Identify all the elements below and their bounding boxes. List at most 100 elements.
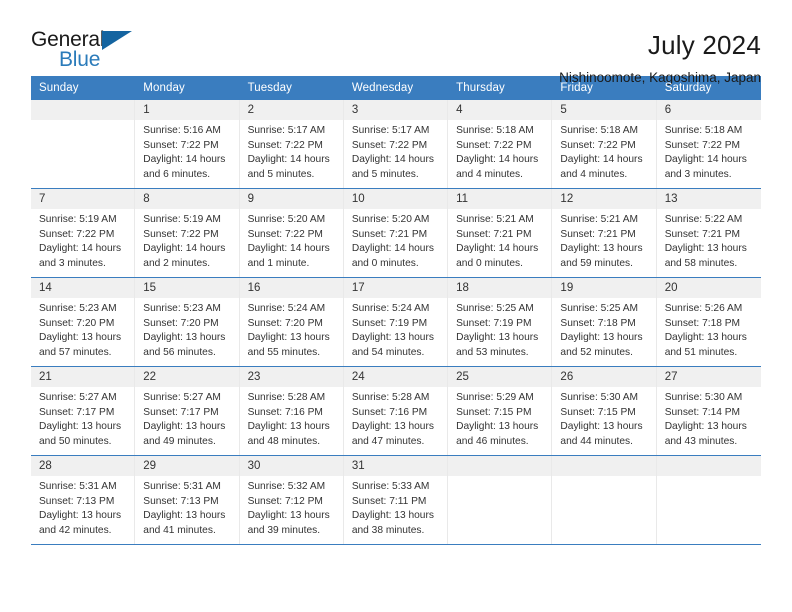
- page-header: General Blue July 2024 Nishinoomote, Kag…: [0, 0, 792, 85]
- daylight-text-line1: Daylight: 13 hours: [247, 421, 330, 433]
- flag-icon: [102, 31, 132, 50]
- calendar-day-cell[interactable]: 19 Sunrise: 5:25 AM Sunset: 7:18 PM Dayligh…: [552, 278, 657, 366]
- calendar-day-cell[interactable]: 22 Sunrise: 5:27 AM Sunset: 7:17 PM Dayligh…: [135, 367, 240, 455]
- daylight-text-line2: and 42 minutes.: [39, 524, 112, 536]
- daylight-text-line2: and 5 minutes.: [247, 168, 315, 180]
- calendar-day-cell[interactable]: 25 Sunrise: 5:29 AM Sunset: 7:15 PM Dayligh…: [448, 367, 553, 455]
- calendar-day-cell[interactable]: 15 Sunrise: 5:23 AM Sunset: 7:20 PM Dayligh…: [135, 278, 240, 366]
- sunrise-text: Sunrise: 5:28 AM: [351, 392, 430, 403]
- day-number: 7: [31, 189, 135, 209]
- calendar-day-cell[interactable]: 18 Sunrise: 5:25 AM Sunset: 7:19 PM Dayligh…: [448, 278, 553, 366]
- calendar-day-cell[interactable]: 11 Sunrise: 5:21 AM Sunset: 7:21 PM Dayligh…: [448, 189, 553, 277]
- sunset-text: Sunset: 7:22 PM: [351, 139, 428, 151]
- day-number: [656, 456, 761, 476]
- calendar-day-cell[interactable]: 7 Sunrise: 5:19 AM Sunset: 7:22 PM Daylight…: [31, 189, 136, 277]
- sunset-text: Sunset: 7:22 PM: [143, 228, 219, 240]
- daylight-text-line2: and 54 minutes.: [351, 346, 425, 358]
- sunset-text: Sunset: 7:22 PM: [560, 139, 636, 151]
- sunrise-text: Sunrise: 5:30 AM: [664, 392, 743, 403]
- calendar-day-cell[interactable]: 31 Sunrise: 5:33 AM Sunset: 7:11 PM Dayligh…: [343, 456, 449, 544]
- sunrise-text: Sunrise: 5:18 AM: [560, 125, 639, 136]
- sunrise-text: Sunrise: 5:23 AM: [39, 303, 117, 314]
- calendar-day-cell[interactable]: 24 Sunrise: 5:28 AM Sunset: 7:16 PM Dayligh…: [343, 367, 449, 455]
- day-number: 28: [31, 456, 135, 476]
- daylight-text-line2: and 0 minutes.: [351, 257, 419, 269]
- daylight-text-line2: and 39 minutes.: [247, 524, 321, 536]
- daylight-text-line2: and 41 minutes.: [143, 524, 216, 536]
- sunset-text: Sunset: 7:20 PM: [247, 317, 323, 329]
- daylight-text-line1: Daylight: 13 hours: [247, 332, 330, 344]
- calendar-day-cell[interactable]: 14 Sunrise: 5:23 AM Sunset: 7:20 PM Dayligh…: [31, 278, 136, 366]
- day-details: Sunrise: 5:18 AM Sunset: 7:22 PM Daylight:…: [448, 120, 551, 182]
- day-number: 18: [448, 278, 552, 298]
- daylight-text-line1: Daylight: 13 hours: [39, 510, 122, 522]
- day-details: Sunrise: 5:23 AM Sunset: 7:20 PM Daylight:…: [31, 298, 134, 360]
- calendar-day-cell[interactable]: 10 Sunrise: 5:20 AM Sunset: 7:21 PM Dayligh…: [343, 189, 449, 277]
- daylight-text-line1: Daylight: 14 hours: [351, 243, 434, 255]
- calendar-week-row: 21 Sunrise: 5:27 AM Sunset: 7:17 PM Dayligh…: [31, 367, 761, 456]
- weeks-container: 1 Sunrise: 5:16 AM Sunset: 7:22 PM Daylight…: [31, 100, 761, 545]
- sunset-text: Sunset: 7:21 PM: [664, 228, 741, 240]
- calendar-week-row: 28 Sunrise: 5:31 AM Sunset: 7:13 PM Dayligh…: [31, 456, 761, 545]
- sunrise-text: Sunrise: 5:22 AM: [664, 214, 743, 225]
- calendar-day-cell[interactable]: 17 Sunrise: 5:24 AM Sunset: 7:19 PM Dayligh…: [343, 278, 449, 366]
- calendar-day-cell[interactable]: 8 Sunrise: 5:19 AM Sunset: 7:22 PM Daylight…: [135, 189, 240, 277]
- daylight-text-line2: and 1 minute.: [247, 257, 310, 269]
- calendar-day-cell[interactable]: 13 Sunrise: 5:22 AM Sunset: 7:21 PM Dayligh…: [656, 189, 761, 277]
- day-details: Sunrise: 5:18 AM Sunset: 7:22 PM Daylight:…: [552, 120, 655, 182]
- calendar-day-cell[interactable]: 30 Sunrise: 5:32 AM Sunset: 7:12 PM Dayligh…: [239, 456, 344, 544]
- daylight-text-line1: Daylight: 13 hours: [143, 421, 226, 433]
- daylight-text-line2: and 0 minutes.: [456, 257, 523, 269]
- daylight-text-line1: Daylight: 13 hours: [664, 332, 747, 344]
- calendar-day-cell-empty: [552, 456, 657, 544]
- sunset-text: Sunset: 7:13 PM: [143, 495, 219, 507]
- calendar-day-cell[interactable]: 2 Sunrise: 5:17 AM Sunset: 7:22 PM Daylight…: [239, 100, 344, 188]
- day-number: 17: [343, 278, 448, 298]
- calendar-day-cell[interactable]: 29 Sunrise: 5:31 AM Sunset: 7:13 PM Dayligh…: [135, 456, 240, 544]
- calendar-day-cell[interactable]: 1 Sunrise: 5:16 AM Sunset: 7:22 PM Daylight…: [135, 100, 240, 188]
- day-details: Sunrise: 5:17 AM Sunset: 7:22 PM Daylight:…: [344, 120, 447, 182]
- calendar-day-cell[interactable]: 3 Sunrise: 5:17 AM Sunset: 7:22 PM Daylight…: [343, 100, 449, 188]
- daylight-text-line2: and 2 minutes.: [143, 257, 211, 269]
- daylight-text-line1: Daylight: 14 hours: [351, 154, 434, 166]
- day-number: 3: [343, 100, 448, 120]
- sunset-text: Sunset: 7:20 PM: [39, 317, 115, 329]
- calendar-day-cell[interactable]: 20 Sunrise: 5:26 AM Sunset: 7:18 PM Dayligh…: [656, 278, 761, 366]
- calendar-day-cell[interactable]: 4 Sunrise: 5:18 AM Sunset: 7:22 PM Daylight…: [448, 100, 553, 188]
- sunset-text: Sunset: 7:21 PM: [351, 228, 428, 240]
- sunrise-text: Sunrise: 5:16 AM: [143, 125, 221, 136]
- calendar-day-cell[interactable]: 16 Sunrise: 5:24 AM Sunset: 7:20 PM Dayligh…: [239, 278, 344, 366]
- day-details: Sunrise: 5:20 AM Sunset: 7:21 PM Daylight:…: [344, 209, 447, 271]
- calendar-day-cell[interactable]: 9 Sunrise: 5:20 AM Sunset: 7:22 PM Daylight…: [239, 189, 344, 277]
- calendar-day-cell[interactable]: 23 Sunrise: 5:28 AM Sunset: 7:16 PM Dayligh…: [239, 367, 344, 455]
- sunset-text: Sunset: 7:17 PM: [39, 406, 115, 418]
- daylight-text-line2: and 56 minutes.: [143, 346, 216, 358]
- day-number: 12: [552, 189, 656, 209]
- day-number: 24: [343, 367, 448, 387]
- calendar-day-cell[interactable]: 27 Sunrise: 5:30 AM Sunset: 7:14 PM Dayligh…: [656, 367, 761, 455]
- day-details: Sunrise: 5:29 AM Sunset: 7:15 PM Daylight:…: [448, 387, 551, 449]
- calendar-day-cell[interactable]: 6 Sunrise: 5:18 AM Sunset: 7:22 PM Daylight…: [656, 100, 761, 188]
- daylight-text-line2: and 51 minutes.: [664, 346, 738, 358]
- calendar-day-cell[interactable]: 12 Sunrise: 5:21 AM Sunset: 7:21 PM Dayligh…: [552, 189, 657, 277]
- sunrise-text: Sunrise: 5:23 AM: [143, 303, 221, 314]
- day-number: 30: [239, 456, 343, 476]
- daylight-text-line2: and 5 minutes.: [351, 168, 419, 180]
- day-number: 29: [135, 456, 239, 476]
- calendar-day-cell[interactable]: 26 Sunrise: 5:30 AM Sunset: 7:15 PM Dayligh…: [552, 367, 657, 455]
- daylight-text-line1: Daylight: 13 hours: [351, 421, 434, 433]
- calendar-day-cell[interactable]: 5 Sunrise: 5:18 AM Sunset: 7:22 PM Daylight…: [552, 100, 657, 188]
- weekday-sunday: Sunday: [39, 82, 79, 94]
- daylight-text-line2: and 4 minutes.: [456, 168, 523, 180]
- sunset-text: Sunset: 7:16 PM: [351, 406, 428, 418]
- day-details: Sunrise: 5:25 AM Sunset: 7:19 PM Daylight:…: [448, 298, 551, 360]
- daylight-text-line2: and 4 minutes.: [560, 168, 628, 180]
- sunrise-text: Sunrise: 5:17 AM: [247, 125, 326, 136]
- calendar-day-cell[interactable]: 28 Sunrise: 5:31 AM Sunset: 7:13 PM Dayligh…: [31, 456, 136, 544]
- daylight-text-line1: Daylight: 13 hours: [143, 510, 226, 522]
- daylight-text-line1: Daylight: 13 hours: [247, 510, 330, 522]
- day-details: Sunrise: 5:28 AM Sunset: 7:16 PM Daylight:…: [344, 387, 447, 449]
- calendar-day-cell[interactable]: 21 Sunrise: 5:27 AM Sunset: 7:17 PM Dayligh…: [31, 367, 136, 455]
- calendar-week-row: 1 Sunrise: 5:16 AM Sunset: 7:22 PM Daylight…: [31, 100, 761, 189]
- daylight-text-line1: Daylight: 14 hours: [39, 243, 122, 255]
